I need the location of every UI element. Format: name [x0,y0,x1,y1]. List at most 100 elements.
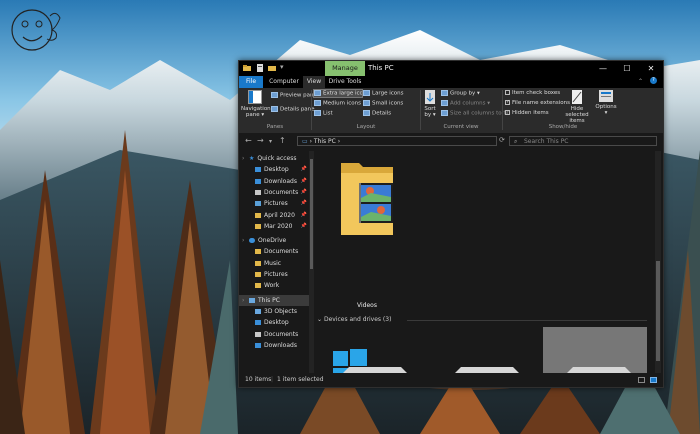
pin-icon[interactable]: 📌 [301,187,307,198]
sidebar-item-downloads[interactable]: Downloads 📌 [239,176,309,187]
expand-chevron-icon[interactable]: › [242,295,244,306]
details-pane-button[interactable]: Details pane [271,106,315,113]
sidebar-item-label: Pictures [264,271,288,278]
file-name-extensions-checkbox[interactable]: ✓ [505,100,510,105]
navigation-pane-scrollbar[interactable] [309,151,314,373]
new-folder-icon[interactable] [268,64,276,72]
drive-icon [455,367,519,373]
add-columns-icon [441,100,448,106]
sidebar-item-desktop[interactable]: Desktop [239,317,309,328]
content-scrollbar[interactable] [655,151,661,373]
layout-small-icons[interactable]: Small icons [363,100,403,107]
sidebar-item-this-pc[interactable]: › This PC [239,294,309,306]
layout-extra-large-icons[interactable]: Extra large icons [313,89,369,98]
large-icons-view-icon[interactable] [650,377,657,383]
pin-icon[interactable]: 📌 [301,198,307,209]
computer-icon: ▭ [302,138,308,145]
layout-large-icons[interactable]: Large icons [363,90,404,97]
item-check-boxes-checkbox[interactable] [505,90,510,95]
small-icons-icon [363,100,370,106]
drive-tile-0[interactable]: Windows (C:) [319,327,423,373]
sidebar-item-onedrive[interactable]: › OneDrive [239,235,309,246]
refresh-icon[interactable]: ⟳ [499,136,505,144]
address-field[interactable]: ▭ › This PC › [297,136,497,146]
section-collapse-chevron-icon[interactable]: ⌄ [317,316,322,323]
sidebar-item-desktop[interactable]: Desktop 📌 [239,164,309,175]
sidebar-item-music[interactable]: Music [239,258,309,269]
sidebar-item-documents[interactable]: Documents 📌 [239,187,309,198]
layout-item-label: Medium icons [323,100,362,107]
smiley-doodle-icon [11,9,61,51]
content-area: Videos ⌄ Devices and drives (3) Windows … [317,151,653,373]
properties-icon[interactable] [256,64,264,72]
explorer-app-icon[interactable] [243,64,251,72]
folder-label-videos: Videos [357,302,377,309]
sidebar-item-label: Work [264,282,280,290]
expand-chevron-icon[interactable]: › [242,153,244,164]
add-columns-button[interactable]: Add columns ▾ [441,100,490,107]
sidebar-item-3d-objects[interactable]: 3D Objects [239,306,309,317]
hidden-items-checkbox[interactable] [505,110,510,115]
content-scroll-thumb[interactable] [656,261,660,361]
sidebar-item-work[interactable]: Work [239,280,309,291]
search-input[interactable]: ⌕ Search This PC [509,136,657,146]
pin-icon[interactable]: 📌 [301,210,307,221]
tab-view[interactable]: View [303,76,325,88]
sidebar-item-april-2020[interactable]: April 2020 📌 [239,210,309,221]
folder-tile-videos[interactable] [337,153,397,243]
close-button[interactable]: ✕ [639,61,663,76]
size-all-columns-button[interactable]: Size all columns to fit [441,110,509,117]
minimize-button[interactable]: — [591,61,615,76]
hide-selected-items-button[interactable]: Hide selected items [561,90,593,124]
quick-access-toolbar-dropdown-icon[interactable]: ▾ [280,63,284,71]
layout-list[interactable]: List [314,110,333,117]
options-button[interactable]: Options ▾ [595,90,617,116]
sidebar-item-label: Pictures [264,200,288,208]
sidebar-item-pictures[interactable]: Pictures [239,269,309,280]
sort-by-button[interactable]: Sort by ▾ [422,90,438,118]
details-icon [363,110,370,116]
pin-icon[interactable]: 📌 [301,164,307,175]
manage-contextual-tab[interactable]: Manage [325,61,365,76]
details-pane-icon [271,106,278,112]
search-placeholder: Search This PC [524,138,569,145]
item-check-boxes-toggle[interactable]: Item check boxes [505,90,560,96]
sidebar-item-documents[interactable]: Documents [239,329,309,340]
drive-icon [567,367,631,373]
sidebar-item-documents[interactable]: Documents [239,246,309,257]
title-bar[interactable]: ▾ Manage This PC — ☐ ✕ [239,61,663,76]
back-arrow-icon[interactable]: ← [245,136,252,145]
pin-icon[interactable]: 📌 [301,221,307,232]
expand-chevron-icon[interactable]: › [242,235,244,246]
layout-details[interactable]: Details [363,110,391,117]
hidden-items-toggle[interactable]: Hidden items [505,110,549,116]
size-columns-icon [441,110,448,116]
up-arrow-icon[interactable]: ↑ [279,136,286,145]
drive-tile-1[interactable]: Game (D:) [431,327,535,373]
layout-medium-icons[interactable]: Medium icons [314,100,361,107]
navigation-pane-button[interactable]: Navigation pane ▾ [241,90,271,118]
maximize-button[interactable]: ☐ [615,61,639,76]
sidebar-item-pictures[interactable]: Pictures 📌 [239,198,309,209]
group-by-button[interactable]: Group by ▾ [441,90,480,97]
preview-pane-button[interactable]: Preview pane [271,92,317,99]
search-icon: ⌕ [514,138,518,145]
devices-section-header[interactable]: ⌄ Devices and drives (3) [317,316,391,323]
pin-icon[interactable]: 📌 [301,176,307,187]
help-icon[interactable]: ? [650,77,657,84]
tab-file[interactable]: File [239,76,263,88]
navigation-pane-scroll-thumb[interactable] [310,159,313,269]
details-view-icon[interactable] [638,377,645,383]
download-icon [255,342,261,348]
cloud-icon [249,238,255,244]
list-icon [314,110,321,116]
sidebar-item-downloads[interactable]: Downloads [239,340,309,351]
forward-arrow-icon[interactable]: → [257,136,264,145]
sidebar-item-quick-access[interactable]: › ★ Quick access [239,153,309,164]
tab-drive-tools[interactable]: Drive Tools [327,76,363,88]
drive-tile-2[interactable]: JAV Cấm Xóa! (X:) [543,327,647,373]
tab-computer[interactable]: Computer [267,76,301,88]
sidebar-item-mar-2020[interactable]: Mar 2020 📌 [239,221,309,232]
recent-locations-chevron-icon[interactable]: ▾ [269,138,272,145]
ribbon-collapse-icon[interactable]: ⌃ [638,78,643,85]
